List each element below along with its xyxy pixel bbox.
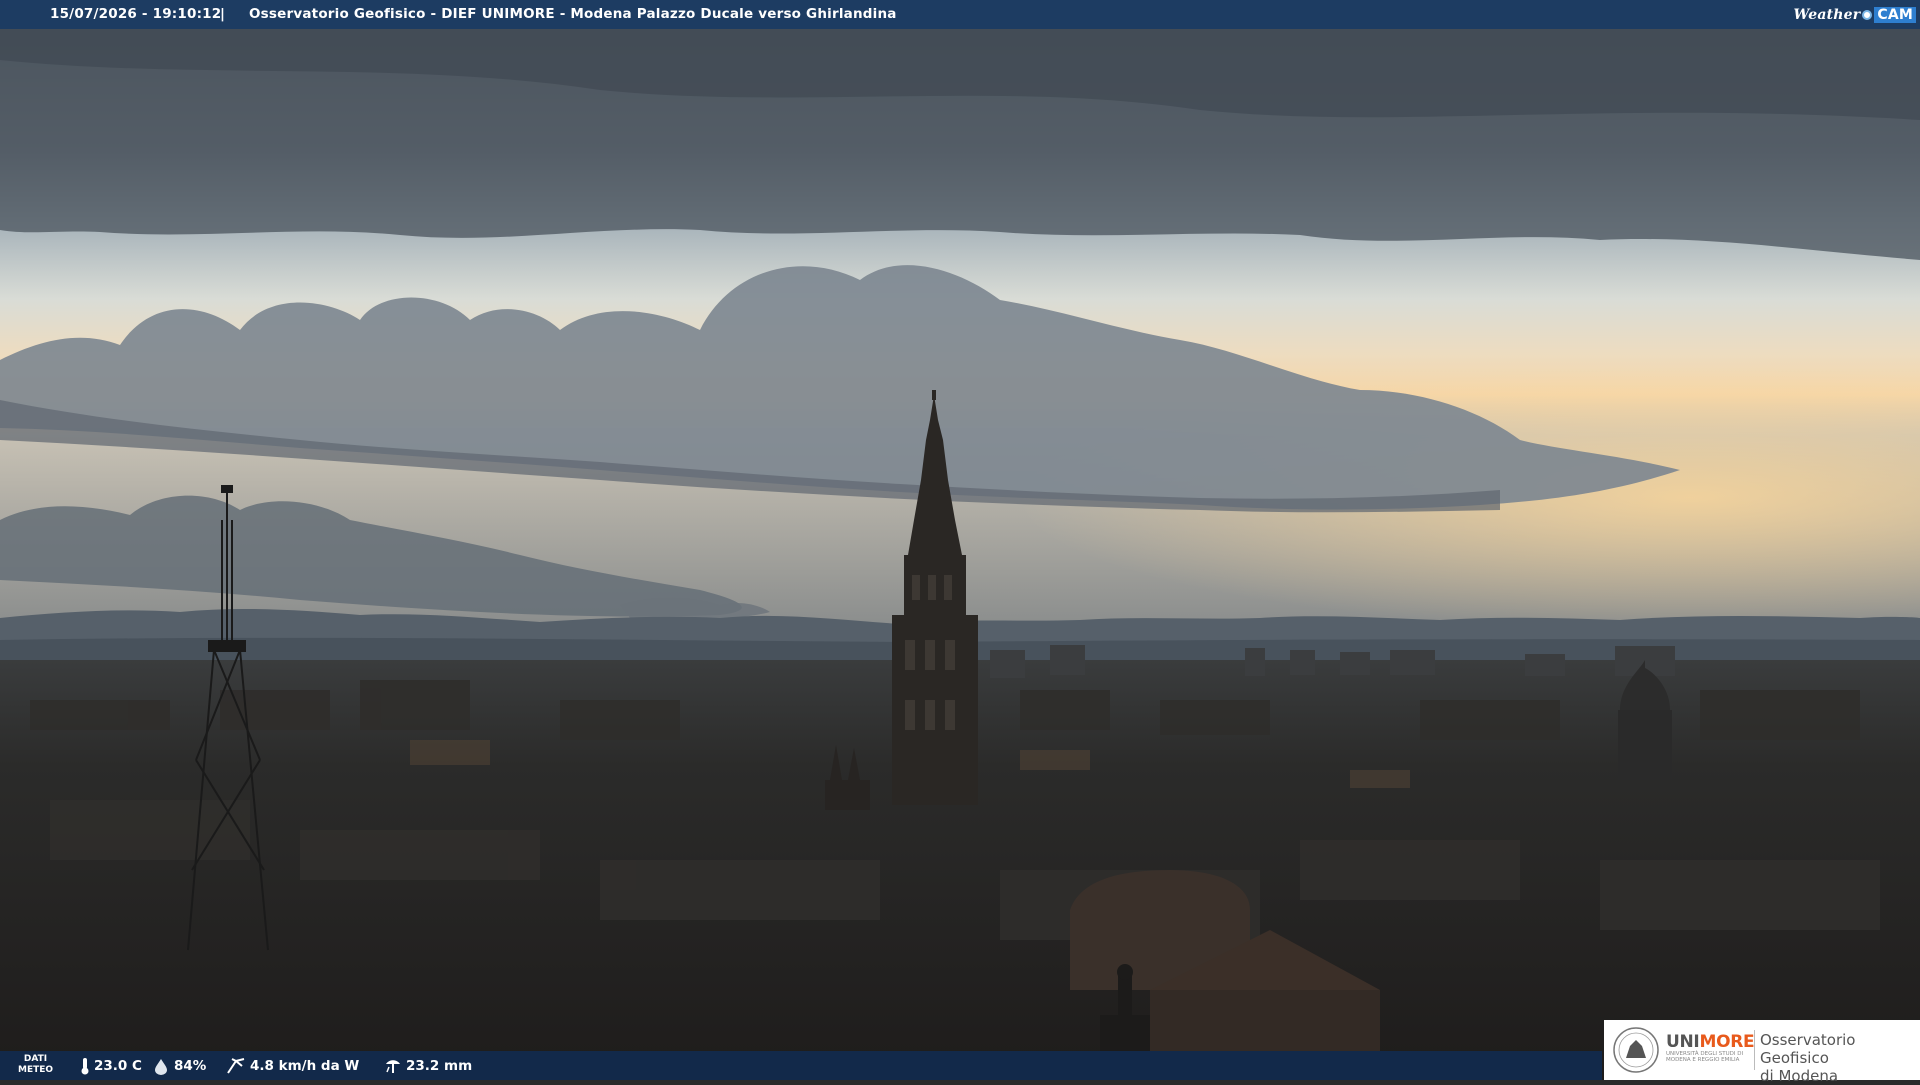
- logo-dot-icon: [1862, 9, 1873, 20]
- brand-uni: UNI: [1666, 1032, 1700, 1052]
- wind-value: 4.8 km/h da W: [250, 1058, 360, 1074]
- logo-divider: [1754, 1030, 1755, 1070]
- weather-data-bar: DATI METEO 23.0 C 84% 4.8 km/h da W 23.2…: [0, 1051, 1602, 1080]
- logo-cam-text: CAM: [1874, 6, 1916, 23]
- unimore-brand: UNIMORE: [1666, 1032, 1755, 1052]
- temperature-reading: 23.0 C: [80, 1057, 142, 1075]
- thermometer-icon: [81, 1058, 89, 1075]
- unimore-subtitle: UNIVERSITÀ DEGLI STUDI DI MODENA E REGGI…: [1666, 1051, 1744, 1063]
- observatory-name: Osservatorio Geofisico di Modena: [1760, 1031, 1920, 1085]
- radio-mast-top: [221, 485, 233, 493]
- humidity-drop-icon: [155, 1059, 167, 1075]
- rain-reading: 23.2 mm: [384, 1057, 472, 1075]
- timestamp: 15/07/2026 - 19:10:12: [50, 6, 222, 22]
- brand-more: MORE: [1699, 1032, 1755, 1052]
- dati-meteo-label: DATI METEO: [18, 1054, 53, 1076]
- weathercam-logo: Weather CAM: [1793, 4, 1916, 25]
- observatory-line1: Osservatorio Geofisico: [1760, 1031, 1856, 1067]
- camera-title: Osservatorio Geofisico - DIEF UNIMORE - …: [249, 6, 897, 22]
- humidity-value: 84%: [174, 1058, 207, 1074]
- temperature-value: 23.0 C: [94, 1058, 142, 1074]
- university-seal-icon: [1613, 1027, 1659, 1073]
- logo-weather-text: Weather: [1793, 6, 1861, 23]
- dati-line1: DATI: [23, 1054, 48, 1064]
- tower-windows: [905, 575, 955, 730]
- header-separator: |: [220, 6, 226, 22]
- rain-gauge-icon: [386, 1060, 400, 1073]
- rain-value: 23.2 mm: [406, 1058, 473, 1074]
- wind-reading: 4.8 km/h da W: [226, 1057, 359, 1075]
- unimore-logo-panel: UNIMORE UNIVERSITÀ DEGLI STUDI DI MODENA…: [1604, 1020, 1920, 1085]
- webcam-image: [0, 0, 1920, 1080]
- humidity-reading: 84%: [152, 1057, 206, 1075]
- dati-line2: METEO: [18, 1065, 54, 1075]
- observatory-line2: di Modena: [1760, 1067, 1839, 1085]
- foreground-building: [1150, 990, 1380, 1060]
- header-bar: 15/07/2026 - 19:10:12 | Osservatorio Geo…: [0, 0, 1920, 29]
- church-drum: [1618, 710, 1672, 780]
- wind-icon: [227, 1058, 245, 1074]
- radio-mast-platform: [208, 640, 246, 652]
